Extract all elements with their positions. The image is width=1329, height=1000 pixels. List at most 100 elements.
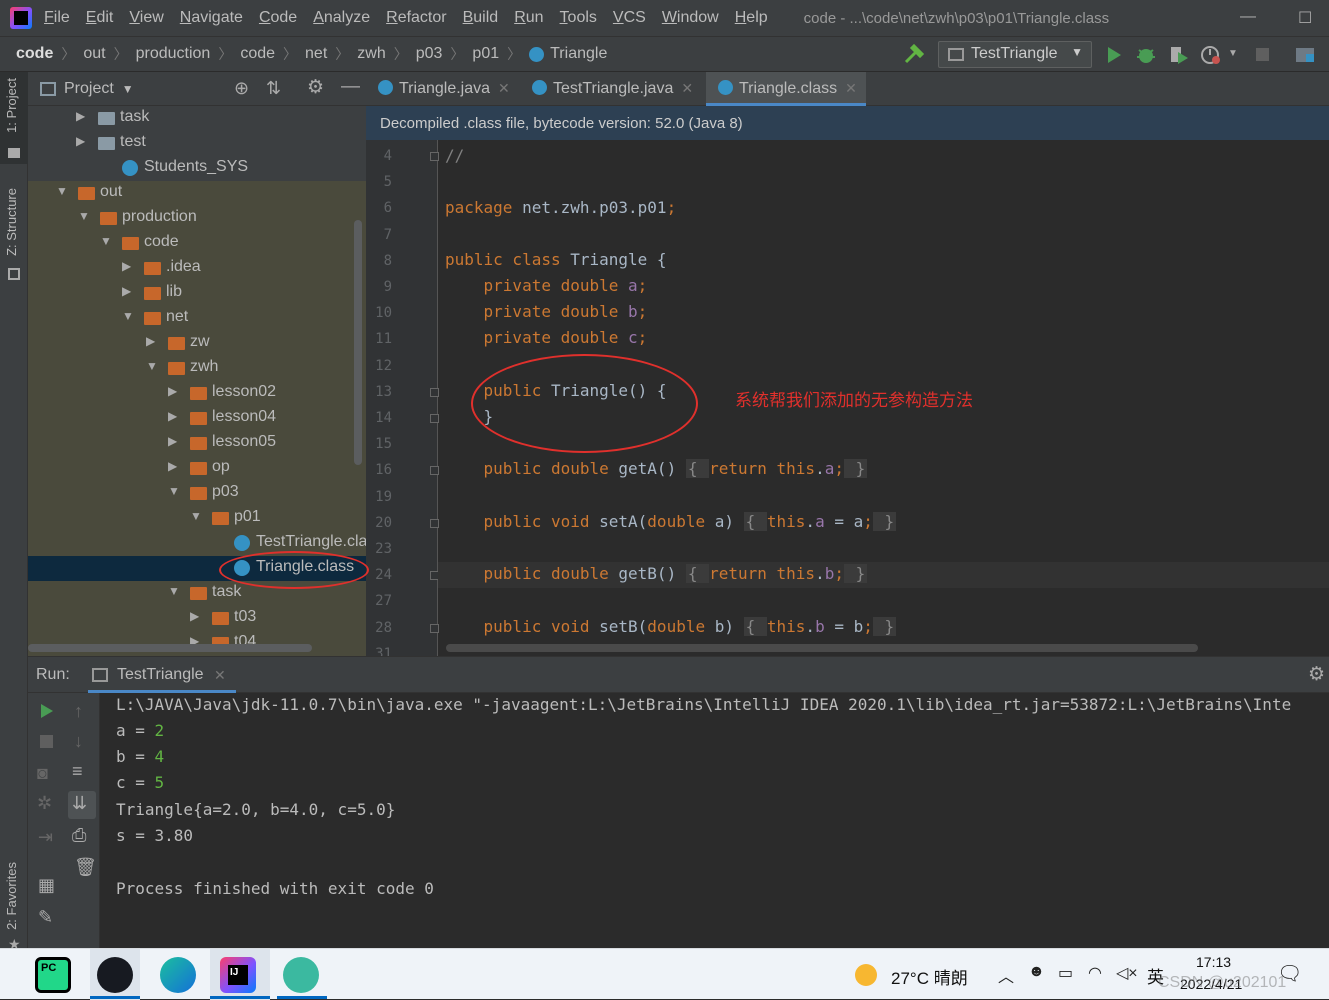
menu-help[interactable]: Help xyxy=(735,9,768,27)
gear-icon[interactable]: ⚙ xyxy=(307,76,324,99)
tree-item[interactable]: ▶ test xyxy=(28,131,366,156)
tree-item[interactable]: ▼ net xyxy=(28,306,366,331)
stop-icon[interactable] xyxy=(40,735,53,748)
chevron-down-icon[interactable]: ▼ xyxy=(1228,48,1238,59)
run-config-select[interactable]: TestTriangle ▼ xyxy=(938,41,1092,68)
maximize-button[interactable]: ☐ xyxy=(1298,8,1312,28)
menu-build[interactable]: Build xyxy=(463,9,499,27)
exit-icon[interactable]: ⇥ xyxy=(38,827,53,848)
collapsed-arrow-icon[interactable]: ▶ xyxy=(76,134,85,148)
volume-icon[interactable]: ◁× xyxy=(1116,963,1138,983)
crumb-zwh[interactable]: zwh xyxy=(357,45,385,63)
tab-testtriangle-java[interactable]: TestTriangle.java ✕ xyxy=(532,72,702,106)
close-icon[interactable]: ✕ xyxy=(845,80,857,96)
menu-navigate[interactable]: Navigate xyxy=(180,9,243,27)
pycharm-icon[interactable]: PC xyxy=(35,957,71,993)
collapsed-arrow-icon[interactable]: ▶ xyxy=(122,284,131,298)
rerun-icon[interactable] xyxy=(40,703,54,719)
tree-item[interactable]: ▼ out xyxy=(28,181,366,206)
tree-item[interactable]: ▶ lesson05 xyxy=(28,431,366,456)
tree-item[interactable]: ▼ production xyxy=(28,206,366,231)
horizontal-scrollbar[interactable] xyxy=(446,644,1198,652)
menu-refactor[interactable]: Refactor xyxy=(386,9,446,27)
notification-icon[interactable]: 🗨 xyxy=(1277,961,1302,986)
close-icon[interactable]: ✕ xyxy=(498,80,510,96)
crumb-code-dir[interactable]: code xyxy=(240,45,275,63)
menu-view[interactable]: View xyxy=(129,9,163,27)
hide-panel-icon[interactable]: — xyxy=(341,76,360,98)
collapsed-arrow-icon[interactable]: ▶ xyxy=(76,109,85,123)
tree-item[interactable]: ▶ .idea xyxy=(28,256,366,281)
locate-icon[interactable]: ⊕ xyxy=(234,78,249,99)
menu-code[interactable]: Code xyxy=(259,9,297,27)
collapsed-arrow-icon[interactable]: ▶ xyxy=(146,334,155,348)
debug-icon[interactable] xyxy=(1136,44,1156,66)
menu-window[interactable]: Window xyxy=(662,9,719,27)
expanded-arrow-icon[interactable]: ▼ xyxy=(190,509,202,523)
tree-item[interactable]: Students_SYS xyxy=(28,156,366,181)
collapsed-arrow-icon[interactable]: ▶ xyxy=(190,609,199,623)
collapsed-arrow-icon[interactable]: ▶ xyxy=(168,459,177,473)
expanded-arrow-icon[interactable]: ▼ xyxy=(56,184,68,198)
soft-wrap-icon[interactable]: ≡ xyxy=(72,761,83,782)
expanded-arrow-icon[interactable]: ▼ xyxy=(122,309,134,323)
chevron-down-icon[interactable]: ▼ xyxy=(122,82,134,96)
tree-item[interactable]: ▶ lesson04 xyxy=(28,406,366,431)
collapsed-arrow-icon[interactable]: ▶ xyxy=(122,259,131,273)
tree-item[interactable]: ▼ code xyxy=(28,231,366,256)
tree-item[interactable]: ▶ op xyxy=(28,456,366,481)
expanded-arrow-icon[interactable]: ▼ xyxy=(100,234,112,248)
minimize-button[interactable]: — xyxy=(1240,8,1256,26)
build-hammer-icon[interactable] xyxy=(902,44,926,66)
tree-item[interactable]: ▶ lib xyxy=(28,281,366,306)
tree-item[interactable]: ▶ lesson02 xyxy=(28,381,366,406)
layout-icon[interactable]: ▦ xyxy=(38,875,55,896)
close-icon[interactable]: ✕ xyxy=(681,80,693,96)
coverage-icon[interactable] xyxy=(1168,44,1190,66)
menu-tools[interactable]: Tools xyxy=(560,9,597,27)
crumb-code[interactable]: code xyxy=(16,45,53,63)
qq-icon[interactable]: ☻ xyxy=(1028,963,1045,981)
arrow-up-icon[interactable]: ↑ xyxy=(74,701,83,722)
tab-triangle-java[interactable]: Triangle.java ✕ xyxy=(378,72,520,106)
clock-time[interactable]: 17:13 xyxy=(1196,954,1231,970)
weather-text[interactable]: 27°C 晴朗 xyxy=(891,964,968,989)
debug-settings-icon[interactable]: ✲ xyxy=(37,793,52,814)
expanded-arrow-icon[interactable]: ▼ xyxy=(78,209,90,223)
expanded-arrow-icon[interactable]: ▼ xyxy=(168,584,180,598)
crumb-p03[interactable]: p03 xyxy=(416,45,443,63)
arrow-down-icon[interactable]: ↓ xyxy=(74,731,83,752)
crumb-triangle[interactable]: Triangle xyxy=(550,45,607,63)
menu-run[interactable]: Run xyxy=(514,9,543,27)
collapsed-arrow-icon[interactable]: ▶ xyxy=(168,434,177,448)
menu-vcs[interactable]: VCS xyxy=(613,9,646,27)
tree-item[interactable]: ▼ p01 xyxy=(28,506,366,531)
stop-icon[interactable] xyxy=(1256,48,1269,61)
expanded-arrow-icon[interactable]: ▼ xyxy=(146,359,158,373)
horizontal-scrollbar[interactable] xyxy=(28,644,312,652)
collapse-all-icon[interactable]: ⇅ xyxy=(266,78,281,99)
collapsed-arrow-icon[interactable]: ▶ xyxy=(168,384,177,398)
pin-icon[interactable]: ✎ xyxy=(38,907,53,928)
tree-item[interactable]: ▶ t03 xyxy=(28,606,366,631)
project-title[interactable]: Project xyxy=(64,80,114,98)
project-structure-icon[interactable] xyxy=(1294,44,1316,66)
wifi-icon[interactable]: ◠ xyxy=(1088,963,1102,983)
menu-edit[interactable]: Edit xyxy=(86,9,114,27)
tab-triangle-class[interactable]: Triangle.class ✕ xyxy=(706,72,866,106)
tree-item[interactable]: ▶ zw xyxy=(28,331,366,356)
crumb-production[interactable]: production xyxy=(136,45,211,63)
profiler-icon[interactable] xyxy=(1200,44,1222,66)
tool-tab-favorites[interactable]: 2: Favorites xyxy=(4,862,19,930)
camera-icon[interactable]: ◙ xyxy=(37,763,48,784)
menu-file[interactable]: File xyxy=(44,9,70,27)
close-icon[interactable]: ✕ xyxy=(214,667,226,684)
scrollbar[interactable] xyxy=(354,220,362,465)
scroll-to-end-icon[interactable]: ⇊ xyxy=(72,793,87,814)
crumb-net[interactable]: net xyxy=(305,45,327,63)
expanded-arrow-icon[interactable]: ▼ xyxy=(168,484,180,498)
tool-tab-structure[interactable]: Z: Structure xyxy=(4,188,19,256)
chat-app-icon[interactable] xyxy=(283,957,319,993)
edge-icon[interactable] xyxy=(160,957,196,993)
chevron-up-icon[interactable]: ︿ xyxy=(998,963,1014,987)
